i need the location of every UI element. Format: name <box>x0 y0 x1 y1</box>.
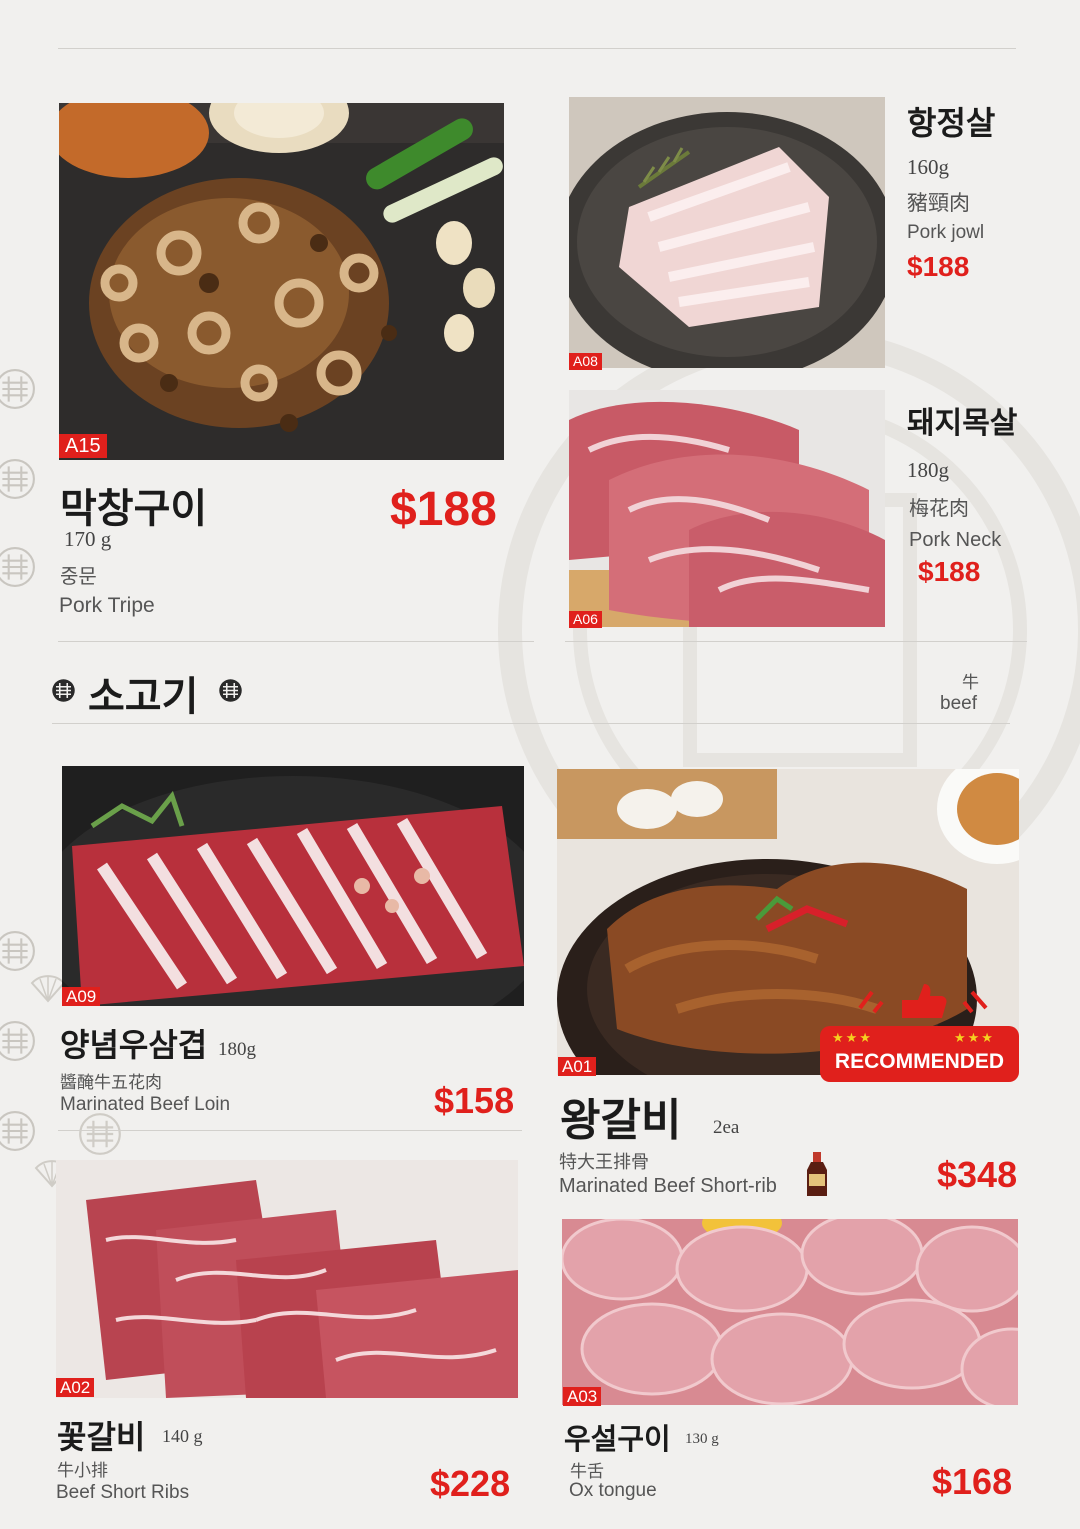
section-en: beef <box>940 693 977 714</box>
item-code-a06: A06 <box>569 611 602 628</box>
food-photo-pork-neck <box>569 390 885 627</box>
recommended-label: RECOMMENDED <box>834 1050 1005 1073</box>
item-code-a09: A09 <box>62 987 101 1006</box>
item-weight-a03: 130 g <box>685 1431 719 1447</box>
section-cjk: 牛 <box>962 673 979 693</box>
item-en-a09: Marinated Beef Loin <box>60 1094 231 1115</box>
item-cjk-a02: 牛小排 <box>57 1461 108 1481</box>
item-en-a15: Pork Tripe <box>59 594 155 617</box>
item-price-a03: $168 <box>932 1461 1013 1502</box>
section-title: 소고기 <box>88 673 199 720</box>
medallion-icon <box>0 369 35 409</box>
food-photo-pork-jowl <box>569 97 885 368</box>
item-en-a03: Ox tongue <box>569 1480 657 1501</box>
food-photo-beef-short-ribs <box>56 1160 518 1398</box>
food-photo-marinated-beef-loin <box>62 766 524 1006</box>
item-weight-a15: 170 g <box>64 527 112 551</box>
item-cjk-a09: 醬醃牛五花肉 <box>60 1073 162 1093</box>
food-photo-ox-tongue <box>562 1219 1018 1405</box>
medallion-icon <box>79 1113 121 1155</box>
medallion-icon <box>0 459 35 499</box>
item-price-a09: $158 <box>434 1080 515 1121</box>
divider <box>565 641 1027 642</box>
medallion-icon <box>52 679 75 702</box>
item-code-a01: A01 <box>558 1057 597 1076</box>
item-code-a08: A08 <box>569 353 602 370</box>
item-weight-a01: 2ea <box>713 1117 740 1138</box>
item-weight-a06: 180g <box>907 458 949 482</box>
star-icons: ★★★ <box>832 1030 873 1045</box>
item-price-a08: $188 <box>907 251 970 282</box>
item-code-a15: A15 <box>59 434 107 458</box>
item-code-a03: A03 <box>563 1387 602 1406</box>
sauce-bottle-icon <box>807 1152 827 1196</box>
item-weight-a09: 180g <box>218 1039 256 1060</box>
item-code-a02: A02 <box>56 1378 95 1397</box>
item-name-a08: 항정살 <box>907 104 996 142</box>
item-price-a02: $228 <box>430 1463 511 1504</box>
item-name-a01: 왕갈비 <box>560 1095 682 1146</box>
item-name-a03: 우설구이 <box>564 1422 671 1456</box>
item-cjk-a15: 중문 <box>60 564 97 588</box>
food-photo-pork-tripe <box>59 103 504 460</box>
item-name-a02: 꽃갈비 <box>57 1418 146 1456</box>
item-name-a15: 막창구이 <box>60 485 208 532</box>
item-en-a01: Marinated Beef Short-rib <box>559 1175 777 1197</box>
medallion-icon <box>0 1021 35 1061</box>
medallion-icon <box>0 547 35 587</box>
item-cjk-a03: 牛舌 <box>570 1462 604 1482</box>
recommended-badge: ★★★ ★★★ RECOMMENDED <box>820 1026 1019 1082</box>
star-icons: ★★★ <box>954 1030 995 1045</box>
item-name-a09: 양념우삼겹 <box>60 1026 208 1064</box>
item-cjk-a08: 豬頸肉 <box>907 191 970 215</box>
divider <box>58 1130 522 1131</box>
recommended-sparkle-icon <box>858 984 988 1018</box>
divider <box>52 723 1010 724</box>
medallion-icon <box>0 931 35 971</box>
item-name-a06: 돼지목살 <box>907 406 1018 441</box>
item-en-a06: Pork Neck <box>909 529 1002 551</box>
item-en-a02: Beef Short Ribs <box>56 1482 190 1503</box>
item-cjk-a06: 梅花肉 <box>909 496 969 520</box>
fan-icon <box>30 975 66 1003</box>
item-price-a01: $348 <box>937 1154 1018 1195</box>
medallion-icon <box>0 1111 35 1151</box>
item-en-a08: Pork jowl <box>907 222 985 243</box>
item-price-a06: $188 <box>918 556 981 587</box>
item-weight-a08: 160g <box>907 155 949 179</box>
item-weight-a02: 140 g <box>162 1426 203 1446</box>
item-cjk-a01: 特大王排骨 <box>559 1152 649 1173</box>
item-price-a15: $188 <box>390 483 497 536</box>
medallion-icon <box>219 679 242 702</box>
divider <box>58 641 534 642</box>
divider <box>58 48 1016 49</box>
